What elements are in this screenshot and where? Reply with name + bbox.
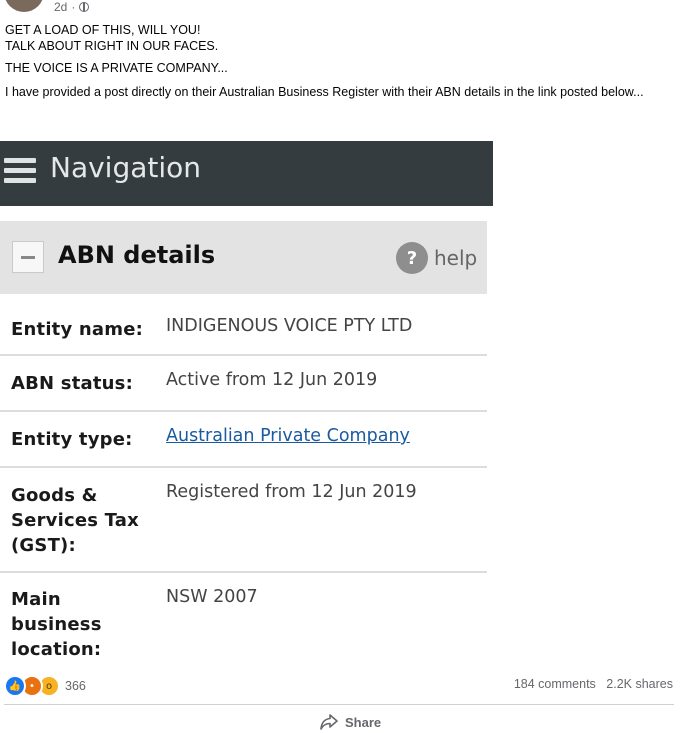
entity-type-link: Australian Private Company [166, 426, 410, 446]
abn-details-title: ABN details [58, 241, 216, 269]
row-value: Registered from 12 Jun 2019 [166, 482, 417, 502]
post-line: THE VOICE IS A PRIVATE COMPANY... [5, 61, 228, 75]
separator-dot: · [71, 0, 76, 14]
row-value: INDIGENOUS VOICE PTY LTD [166, 316, 413, 336]
row-label: ABN status: [11, 373, 133, 394]
engagement-counts: 184 comments 2.2K shares [514, 677, 673, 691]
post-line: TALK ABOUT RIGHT IN OUR FACES. [5, 39, 219, 53]
question-icon: ? [396, 242, 428, 274]
post-line: I have provided a post directly on their… [5, 85, 644, 99]
post-line: GET A LOAD OF THIS, WILL YOU! [5, 23, 201, 37]
hamburger-menu-icon [4, 158, 36, 186]
row-label: Main business location: [11, 589, 102, 660]
post-meta: 2d · [54, 0, 90, 14]
row-value: NSW 2007 [166, 587, 258, 607]
row-label: Goods & Services Tax (GST): [11, 485, 139, 556]
avatar[interactable] [4, 0, 44, 12]
row-value: Active from 12 Jun 2019 [166, 370, 378, 390]
help-label: help [434, 246, 478, 270]
divider [4, 704, 674, 705]
row-label: Entity name: [11, 319, 144, 340]
abn-row-status: ABN status: Active from 12 Jun 2019 [0, 356, 487, 412]
like-reaction-icon: 👍 [4, 675, 26, 697]
navigation-bar: Navigation [0, 141, 493, 206]
shares-count[interactable]: 2.2K shares [606, 677, 673, 691]
share-label: Share [345, 714, 382, 730]
share-icon [320, 714, 338, 730]
reactions-summary[interactable]: 👍 • o 366 [4, 675, 86, 697]
abn-details-header: ABN details ? help [0, 221, 487, 294]
help-link: ? help [396, 242, 477, 274]
globe-icon [79, 2, 90, 12]
comments-count[interactable]: 184 comments [514, 677, 596, 691]
share-button[interactable]: Share [320, 714, 381, 730]
shared-screenshot[interactable]: Navigation ABN details ? help Entity nam… [0, 141, 493, 665]
post-time[interactable]: 2d [54, 0, 67, 14]
navigation-title: Navigation [50, 151, 202, 184]
abn-row-gst: Goods & Services Tax (GST): Registered f… [0, 468, 487, 573]
reaction-count[interactable]: 366 [65, 679, 86, 693]
row-label: Entity type: [11, 429, 133, 450]
abn-row-location: Main business location: NSW 2007 [0, 573, 487, 665]
collapse-icon [12, 241, 44, 273]
abn-row-entity-name: Entity name: INDIGENOUS VOICE PTY LTD [0, 294, 487, 356]
post-text: GET A LOAD OF THIS, WILL YOU! TALK ABOUT… [5, 22, 681, 100]
abn-row-entity-type: Entity type: Australian Private Company [0, 412, 487, 468]
